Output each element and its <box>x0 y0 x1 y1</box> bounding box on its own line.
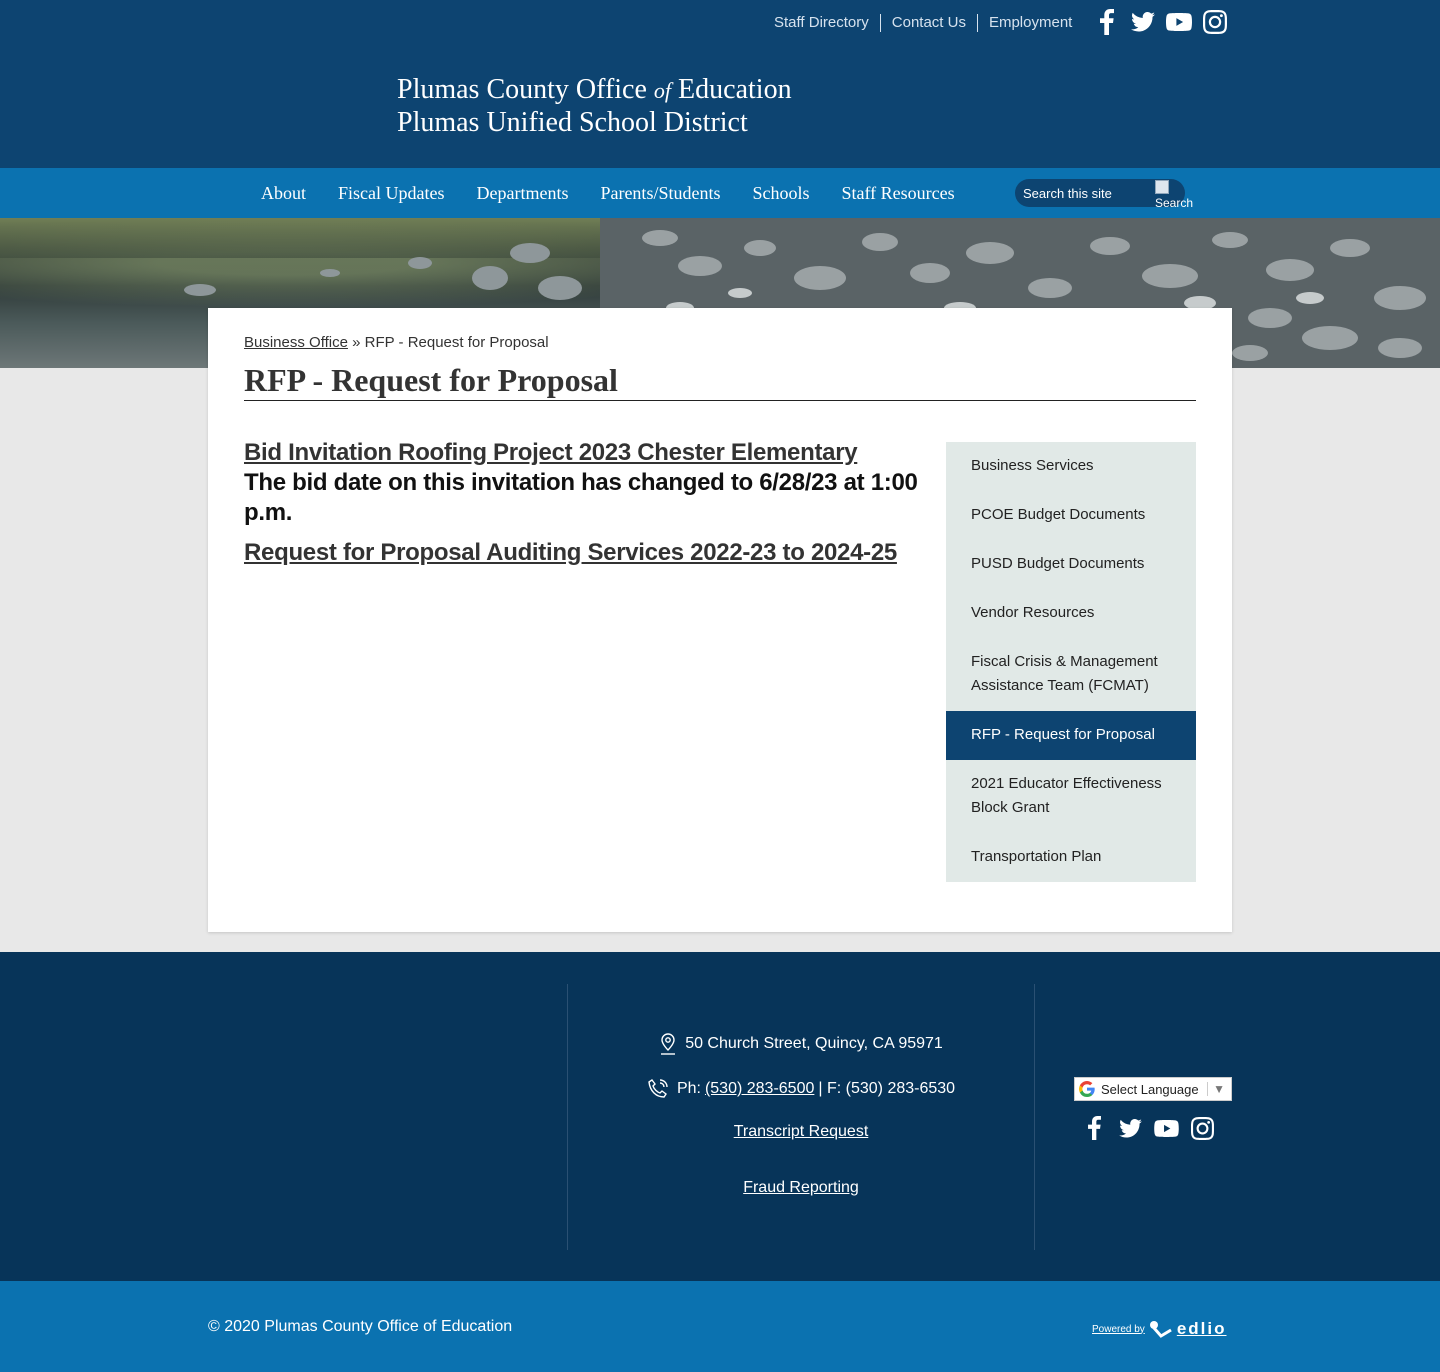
instagram-icon[interactable] <box>1189 1114 1215 1142</box>
breadcrumb-business-office[interactable]: Business Office <box>244 334 348 351</box>
sidebar-item-pcoe-budget[interactable]: PCOE Budget Documents <box>946 491 1196 540</box>
sidebar-item-transportation-plan[interactable]: Transportation Plan <box>946 833 1196 882</box>
sidebar-item-rfp[interactable]: RFP - Request for Proposal <box>946 711 1196 760</box>
footer-fraud-row: Fraud Reporting <box>568 1176 1034 1200</box>
main-nav-items: About Fiscal Updates Departments Parents… <box>245 168 971 218</box>
google-g-icon <box>1079 1081 1095 1097</box>
breadcrumb: Business Office » RFP - Request for Prop… <box>244 334 549 351</box>
title-part: Education <box>678 74 792 105</box>
broken-image-icon <box>1155 180 1169 194</box>
utility-nav: Staff Directory Contact Us Employment <box>774 12 1083 34</box>
sidebar-item-fcmat[interactable]: Fiscal Crisis & Management Assistance Te… <box>946 638 1196 711</box>
title-part: Plumas County Office <box>397 74 647 105</box>
edlio-logo-icon <box>1149 1321 1172 1338</box>
breadcrumb-separator: » <box>352 334 361 351</box>
dropdown-arrow-icon: ▼ <box>1207 1082 1231 1096</box>
footer-address-row: 50 Church Street, Quincy, CA 95971 <box>568 1032 1034 1056</box>
footer-phone-link[interactable]: (530) 283-6500 <box>705 1080 814 1098</box>
title-of: of <box>653 78 672 103</box>
fraud-reporting-link[interactable]: Fraud Reporting <box>743 1179 859 1197</box>
footer-social-links <box>1081 1114 1215 1142</box>
transcript-request-link[interactable]: Transcript Request <box>734 1123 869 1141</box>
footer-bottom-bar: © 2020 Plumas County Office of Education… <box>0 1281 1440 1372</box>
nav-item-schools[interactable]: Schools <box>736 183 825 204</box>
site-title[interactable]: Plumas County Office of Education Plumas… <box>397 74 792 139</box>
footer-transcript-row: Transcript Request <box>568 1120 1034 1144</box>
edlio-brand: edlio <box>1176 1319 1227 1338</box>
sidebar-item-educator-effectiveness[interactable]: 2021 Educator Effectiveness Block Grant <box>946 760 1196 833</box>
twitter-icon[interactable] <box>1117 1114 1143 1142</box>
employment-link[interactable]: Employment <box>976 14 1083 32</box>
breadcrumb-current: RFP - Request for Proposal <box>364 334 549 351</box>
nav-item-about[interactable]: About <box>245 183 322 204</box>
powered-by-label: Powered by <box>1092 1323 1145 1335</box>
nav-item-departments[interactable]: Departments <box>460 183 584 204</box>
contact-us-link[interactable]: Contact Us <box>879 14 977 32</box>
site-title-line2: Plumas Unified School District <box>397 107 748 138</box>
page-title: RFP - Request for Proposal <box>244 360 1196 401</box>
search-button[interactable]: Search <box>1155 179 1199 213</box>
rfp-auditing-link[interactable]: Request for Proposal Auditing Services 2… <box>244 538 924 568</box>
language-select[interactable]: Select Language ▼ <box>1074 1077 1232 1101</box>
site-footer: 50 Church Street, Quincy, CA 95971 Ph: (… <box>0 952 1440 1281</box>
site-title-line1: Plumas County Office of Education <box>397 74 792 107</box>
header-social-links <box>1094 8 1228 36</box>
nav-item-staff-resources[interactable]: Staff Resources <box>825 183 970 204</box>
instagram-icon[interactable] <box>1202 8 1228 36</box>
powered-by-edlio-link[interactable]: Powered by edlio <box>1092 1319 1226 1339</box>
sidebar-item-vendor-resources[interactable]: Vendor Resources <box>946 589 1196 638</box>
footer-phone-label: Ph: <box>676 1080 701 1097</box>
bid-invitation-link[interactable]: Bid Invitation Roofing Project 2023 Ches… <box>244 438 924 468</box>
nav-item-parents-students[interactable]: Parents/Students <box>584 183 736 204</box>
section-sidebar-nav: Business Services PCOE Budget Documents … <box>946 442 1196 882</box>
facebook-icon[interactable] <box>1081 1114 1107 1142</box>
youtube-icon[interactable] <box>1153 1114 1179 1142</box>
facebook-icon[interactable] <box>1094 8 1120 36</box>
sidebar-item-pusd-budget[interactable]: PUSD Budget Documents <box>946 540 1196 589</box>
copyright: © 2020 Plumas County Office of Education <box>208 1318 513 1335</box>
language-select-label: Select Language <box>1101 1081 1199 1097</box>
site-header: Staff Directory Contact Us Employment Pl… <box>0 0 1440 168</box>
footer-divider <box>1034 984 1035 1250</box>
phone-icon <box>648 1079 668 1098</box>
footer-contact-info: 50 Church Street, Quincy, CA 95971 Ph: (… <box>568 1032 1034 1200</box>
youtube-icon[interactable] <box>1166 8 1192 36</box>
search-button-label: Search <box>1155 196 1194 210</box>
sidebar-item-business-services[interactable]: Business Services <box>946 442 1196 491</box>
bid-date-note: The bid date on this invitation has chan… <box>244 469 918 526</box>
location-pin-icon <box>661 1033 676 1055</box>
search-input[interactable] <box>1023 183 1155 203</box>
footer-fax: | F: (530) 283-6530 <box>818 1080 956 1097</box>
footer-address: 50 Church Street, Quincy, CA 95971 <box>685 1035 943 1052</box>
twitter-icon[interactable] <box>1130 8 1156 36</box>
search-box: Search <box>1015 179 1193 210</box>
footer-phone-row: Ph: (530) 283-6500 | F: (530) 283-6530 <box>568 1077 1034 1101</box>
staff-directory-link[interactable]: Staff Directory <box>774 14 880 32</box>
main-content: Bid Invitation Roofing Project 2023 Ches… <box>244 438 924 568</box>
main-nav: About Fiscal Updates Departments Parents… <box>0 168 1440 218</box>
nav-item-fiscal-updates[interactable]: Fiscal Updates <box>322 183 460 204</box>
content-card: Business Office » RFP - Request for Prop… <box>208 308 1232 932</box>
